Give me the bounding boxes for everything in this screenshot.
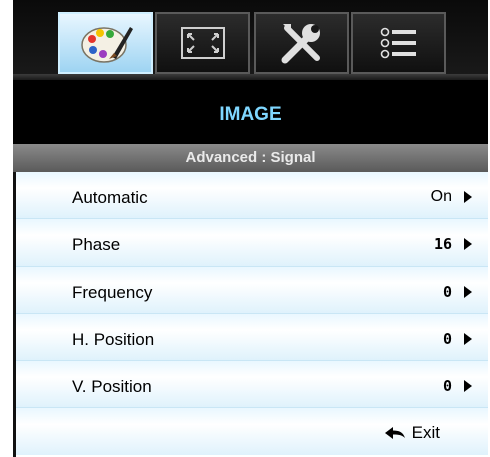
menu-item-frequency[interactable]: Frequency 0 — [16, 266, 488, 314]
submenu-title: Advanced : Signal — [13, 144, 488, 172]
list-icon — [380, 27, 416, 59]
arrow-right-icon[interactable] — [464, 238, 472, 251]
menu-item-value: 16 — [433, 235, 452, 254]
menu-item-label: Phase — [72, 235, 121, 255]
tab-setup[interactable] — [254, 12, 349, 74]
tab-display[interactable] — [155, 12, 250, 74]
menu-item-automatic[interactable]: Automatic On — [16, 172, 488, 220]
menu-item-label: H. Position — [72, 329, 155, 349]
menu-item-label: Frequency — [72, 282, 153, 302]
menu-item-value: 0 — [442, 377, 452, 396]
menu-item-label: V. Position — [72, 377, 152, 397]
tab-options[interactable] — [351, 12, 446, 74]
arrow-right-icon[interactable] — [464, 191, 472, 203]
back-arrow-icon — [384, 427, 405, 440]
exit-label: Exit — [411, 423, 440, 443]
menu-item-h-position[interactable]: H. Position 0 — [16, 313, 488, 362]
menu-item-phase[interactable]: Phase 16 — [16, 219, 488, 267]
arrow-right-icon[interactable] — [464, 285, 472, 298]
page-title: IMAGE — [219, 104, 282, 125]
arrow-right-icon[interactable] — [464, 332, 472, 345]
menu-item-value: 0 — [442, 329, 452, 348]
arrow-right-icon[interactable] — [464, 380, 472, 393]
tools-icon — [281, 24, 320, 64]
exit-button[interactable]: Exit — [384, 423, 440, 443]
palette-icon — [80, 27, 133, 63]
aspect-ratio-icon — [180, 27, 225, 59]
tab-image[interactable] — [58, 12, 153, 74]
menu-item-value: On — [430, 188, 452, 205]
menu-item-v-position[interactable]: V. Position 0 — [16, 361, 488, 409]
exit-row: Exit — [16, 408, 488, 456]
menu-item-label: Automatic — [72, 188, 148, 207]
menu-item-value: 0 — [442, 282, 452, 301]
menu-list: Automatic On Phase 16 Frequency 0 H. Pos… — [16, 172, 488, 456]
menu-tab-bar — [13, 0, 488, 80]
